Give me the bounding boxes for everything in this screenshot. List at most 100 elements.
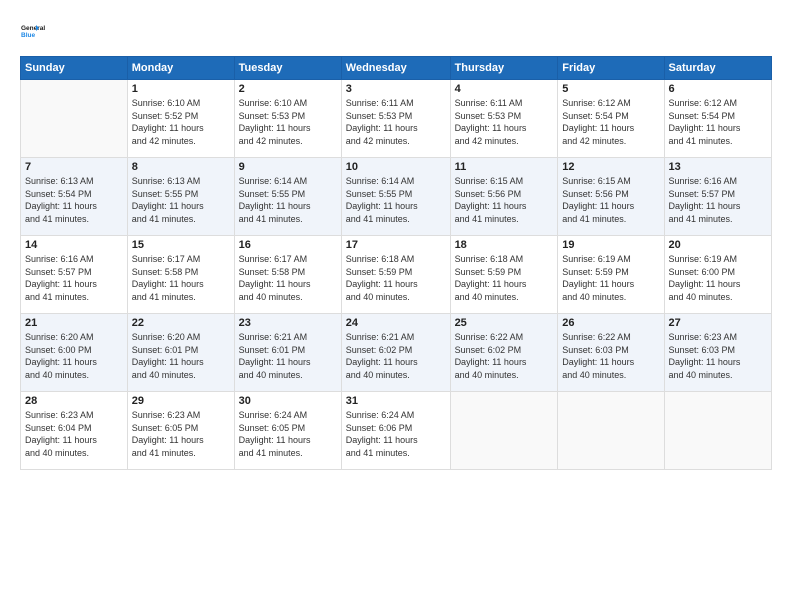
day-info: Sunrise: 6:21 AM Sunset: 6:01 PM Dayligh… [239,331,337,381]
day-cell: 2 Sunrise: 6:10 AM Sunset: 5:53 PM Daylig… [234,80,341,158]
day-cell: 10Sunrise: 6:14 AM Sunset: 5:55 PM Dayli… [341,158,450,236]
day-cell: 3 Sunrise: 6:11 AM Sunset: 5:53 PM Daylig… [341,80,450,158]
day-cell: 7 Sunrise: 6:13 AM Sunset: 5:54 PM Daylig… [21,158,128,236]
day-number: 5 [562,83,659,95]
day-cell: 9Sunrise: 6:14 AM Sunset: 5:55 PM Daylig… [234,158,341,236]
day-info: Sunrise: 6:24 AM Sunset: 6:05 PM Dayligh… [239,409,337,459]
calendar-table: SundayMondayTuesdayWednesdayThursdayFrid… [20,56,772,470]
day-info: Sunrise: 6:15 AM Sunset: 5:56 PM Dayligh… [455,175,554,225]
day-cell: 8Sunrise: 6:13 AM Sunset: 5:55 PM Daylig… [127,158,234,236]
day-info: Sunrise: 6:10 AM Sunset: 5:53 PM Dayligh… [239,97,337,147]
day-info: Sunrise: 6:18 AM Sunset: 5:59 PM Dayligh… [455,253,554,303]
day-number: 22 [132,317,230,329]
day-cell [450,392,558,470]
week-row-1: 1Sunrise: 6:10 AM Sunset: 5:52 PM Daylig… [21,80,772,158]
day-info: Sunrise: 6:23 AM Sunset: 6:04 PM Dayligh… [25,409,123,459]
day-cell: 5 Sunrise: 6:12 AM Sunset: 5:54 PM Daylig… [558,80,664,158]
day-info: Sunrise: 6:12 AM Sunset: 5:54 PM Dayligh… [669,97,767,147]
day-number: 30 [239,395,337,407]
day-info: Sunrise: 6:12 AM Sunset: 5:54 PM Dayligh… [562,97,659,147]
day-cell: 11 Sunrise: 6:15 AM Sunset: 5:56 PM Dayli… [450,158,558,236]
day-cell: 30 Sunrise: 6:24 AM Sunset: 6:05 PM Dayli… [234,392,341,470]
day-number: 19 [562,239,659,251]
day-number: 14 [25,239,123,251]
day-cell: 6 Sunrise: 6:12 AM Sunset: 5:54 PM Daylig… [664,80,771,158]
day-cell: 26 Sunrise: 6:22 AM Sunset: 6:03 PM Dayli… [558,314,664,392]
day-number: 13 [669,161,767,173]
header: General Blue [20,16,772,46]
svg-text:General: General [21,25,45,32]
day-number: 1 [132,83,230,95]
day-number: 11 [455,161,554,173]
day-info: Sunrise: 6:11 AM Sunset: 5:53 PM Dayligh… [455,97,554,147]
day-cell: 1Sunrise: 6:10 AM Sunset: 5:52 PM Daylig… [127,80,234,158]
day-info: Sunrise: 6:19 AM Sunset: 6:00 PM Dayligh… [669,253,767,303]
day-number: 27 [669,317,767,329]
day-info: Sunrise: 6:13 AM Sunset: 5:54 PM Dayligh… [25,175,123,225]
day-cell: 18Sunrise: 6:18 AM Sunset: 5:59 PM Dayli… [450,236,558,314]
day-number: 8 [132,161,230,173]
day-cell: 29 Sunrise: 6:23 AM Sunset: 6:05 PM Dayli… [127,392,234,470]
day-cell [21,80,128,158]
day-cell: 23 Sunrise: 6:21 AM Sunset: 6:01 PM Dayli… [234,314,341,392]
header-thursday: Thursday [450,57,558,80]
day-info: Sunrise: 6:22 AM Sunset: 6:02 PM Dayligh… [455,331,554,381]
day-number: 31 [346,395,446,407]
day-cell: 27Sunrise: 6:23 AM Sunset: 6:03 PM Dayli… [664,314,771,392]
day-number: 17 [346,239,446,251]
logo-icon: General Blue [20,16,50,46]
week-row-5: 28 Sunrise: 6:23 AM Sunset: 6:04 PM Dayli… [21,392,772,470]
day-info: Sunrise: 6:21 AM Sunset: 6:02 PM Dayligh… [346,331,446,381]
day-number: 24 [346,317,446,329]
day-info: Sunrise: 6:22 AM Sunset: 6:03 PM Dayligh… [562,331,659,381]
day-cell: 21Sunrise: 6:20 AM Sunset: 6:00 PM Dayli… [21,314,128,392]
day-cell: 15Sunrise: 6:17 AM Sunset: 5:58 PM Dayli… [127,236,234,314]
day-number: 2 [239,83,337,95]
day-info: Sunrise: 6:17 AM Sunset: 5:58 PM Dayligh… [239,253,337,303]
day-number: 23 [239,317,337,329]
day-cell: 12Sunrise: 6:15 AM Sunset: 5:56 PM Dayli… [558,158,664,236]
header-saturday: Saturday [664,57,771,80]
day-number: 25 [455,317,554,329]
day-info: Sunrise: 6:19 AM Sunset: 5:59 PM Dayligh… [562,253,659,303]
day-number: 20 [669,239,767,251]
day-info: Sunrise: 6:20 AM Sunset: 6:01 PM Dayligh… [132,331,230,381]
day-cell: 22 Sunrise: 6:20 AM Sunset: 6:01 PM Dayli… [127,314,234,392]
day-info: Sunrise: 6:20 AM Sunset: 6:00 PM Dayligh… [25,331,123,381]
header-tuesday: Tuesday [234,57,341,80]
header-friday: Friday [558,57,664,80]
calendar-header-row: SundayMondayTuesdayWednesdayThursdayFrid… [21,57,772,80]
day-number: 28 [25,395,123,407]
day-info: Sunrise: 6:24 AM Sunset: 6:06 PM Dayligh… [346,409,446,459]
day-info: Sunrise: 6:15 AM Sunset: 5:56 PM Dayligh… [562,175,659,225]
day-cell: 16 Sunrise: 6:17 AM Sunset: 5:58 PM Dayli… [234,236,341,314]
day-cell: 19 Sunrise: 6:19 AM Sunset: 5:59 PM Dayli… [558,236,664,314]
day-cell: 25 Sunrise: 6:22 AM Sunset: 6:02 PM Dayli… [450,314,558,392]
day-cell: 17 Sunrise: 6:18 AM Sunset: 5:59 PM Dayli… [341,236,450,314]
day-number: 26 [562,317,659,329]
day-info: Sunrise: 6:18 AM Sunset: 5:59 PM Dayligh… [346,253,446,303]
day-cell: 28 Sunrise: 6:23 AM Sunset: 6:04 PM Dayli… [21,392,128,470]
day-info: Sunrise: 6:23 AM Sunset: 6:05 PM Dayligh… [132,409,230,459]
day-number: 6 [669,83,767,95]
day-number: 7 [25,161,123,173]
day-info: Sunrise: 6:14 AM Sunset: 5:55 PM Dayligh… [239,175,337,225]
day-number: 29 [132,395,230,407]
header-monday: Monday [127,57,234,80]
day-number: 16 [239,239,337,251]
day-number: 10 [346,161,446,173]
day-number: 3 [346,83,446,95]
day-number: 15 [132,239,230,251]
day-info: Sunrise: 6:11 AM Sunset: 5:53 PM Dayligh… [346,97,446,147]
day-cell: 14 Sunrise: 6:16 AM Sunset: 5:57 PM Dayli… [21,236,128,314]
day-cell: 13 Sunrise: 6:16 AM Sunset: 5:57 PM Dayli… [664,158,771,236]
day-cell: 31 Sunrise: 6:24 AM Sunset: 6:06 PM Dayli… [341,392,450,470]
day-cell: 4 Sunrise: 6:11 AM Sunset: 5:53 PM Daylig… [450,80,558,158]
day-number: 4 [455,83,554,95]
header-sunday: Sunday [21,57,128,80]
logo: General Blue [20,16,50,46]
day-info: Sunrise: 6:16 AM Sunset: 5:57 PM Dayligh… [669,175,767,225]
day-info: Sunrise: 6:16 AM Sunset: 5:57 PM Dayligh… [25,253,123,303]
day-cell: 24 Sunrise: 6:21 AM Sunset: 6:02 PM Dayli… [341,314,450,392]
week-row-2: 7 Sunrise: 6:13 AM Sunset: 5:54 PM Daylig… [21,158,772,236]
